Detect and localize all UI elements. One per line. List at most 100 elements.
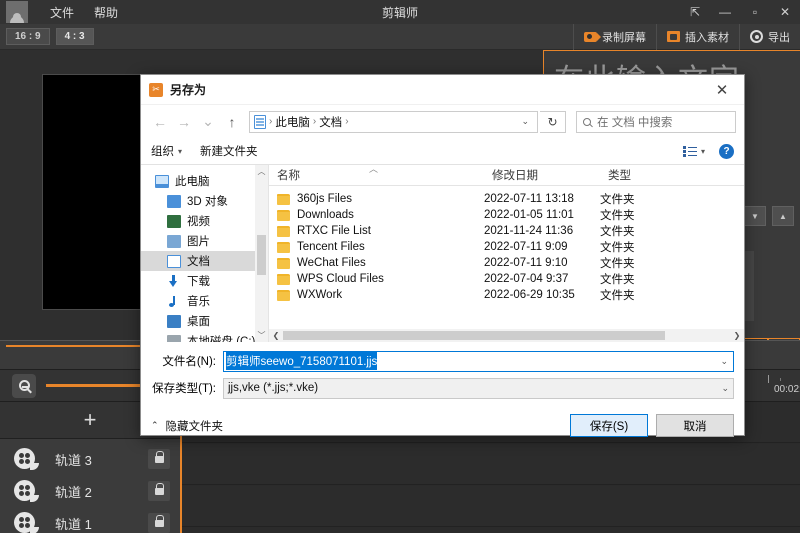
file-list-header: 名称 ︿ 修改日期 类型 [269, 165, 744, 186]
back-icon[interactable]: ← [149, 111, 171, 133]
breadcrumb-this-pc[interactable]: 此电脑 [275, 114, 310, 130]
music-icon [167, 295, 181, 308]
scroll-thumb[interactable] [257, 235, 266, 275]
up-icon[interactable]: ↑ [221, 111, 243, 133]
chevron-down-icon: ▾ [701, 147, 705, 156]
folder-icon [277, 194, 290, 205]
column-header-type[interactable]: 类型 [600, 167, 690, 183]
export-label: 导出 [768, 29, 790, 45]
organize-label: 组织 [151, 143, 174, 159]
dialog-body: 此电脑 3D 对象 视频 图片 文档 [141, 165, 744, 342]
new-folder-button[interactable]: 新建文件夹 [200, 143, 258, 159]
film-reel-icon [14, 512, 37, 533]
insert-media-label: 插入素材 [685, 29, 729, 45]
filetype-select[interactable]: jjs,vke (*.jjs;*.vke) ⌄ [223, 378, 734, 399]
track-lane-1[interactable] [180, 486, 800, 527]
filename-label: 文件名(N): [151, 353, 223, 369]
restore-icon[interactable]: ⇱ [680, 0, 710, 24]
column-header-date[interactable]: 修改日期 [484, 167, 600, 183]
track-lock-button[interactable] [148, 481, 170, 501]
track-lock-button[interactable] [148, 513, 170, 533]
menu-item-file[interactable]: 文件 [50, 4, 74, 21]
dropdown-caret-icon[interactable]: ▼ [744, 206, 766, 226]
record-screen-button[interactable]: 录制屏幕 [573, 24, 656, 50]
table-row[interactable]: Downloads 2022-01-05 11:01 文件夹 [269, 207, 744, 223]
scroll-left-icon[interactable]: ❮ [269, 331, 283, 340]
filename-input[interactable]: 剪辑师seewo_7158071101.jjs ⌄ [223, 351, 734, 372]
breadcrumb-documents[interactable]: 文档 [319, 114, 342, 130]
table-row[interactable]: Tencent Files 2022-07-11 9:09 文件夹 [269, 239, 744, 255]
scroll-right-icon[interactable]: ❯ [730, 331, 744, 340]
search-icon [583, 118, 591, 126]
editor-titlebar: 文件 帮助 剪辑师 ⇱ — ▫ ✕ [0, 0, 800, 24]
chevron-down-icon: ▾ [178, 147, 182, 156]
zoom-out-button[interactable] [12, 374, 36, 398]
tree-item-local-disk-c[interactable]: 本地磁盘 (C:) [141, 331, 268, 342]
track-lane-2[interactable] [180, 444, 800, 485]
record-screen-label: 录制屏幕 [602, 29, 646, 45]
table-row[interactable]: WXWork 2022-06-29 10:35 文件夹 [269, 287, 744, 303]
tree-item-videos[interactable]: 视频 [141, 211, 268, 231]
file-type: 文件夹 [600, 239, 690, 255]
scroll-down-icon[interactable]: ﹀ [255, 329, 268, 342]
search-input[interactable]: 在 文档 中搜索 [576, 111, 736, 133]
hide-folders-toggle[interactable]: ⌃ 隐藏文件夹 [151, 418, 223, 434]
save-as-dialog: ✂ 另存为 ✕ ← → ⌄ ↑ › 此电脑 › 文档 › ⌄ ↻ 在 文档 中搜… [140, 74, 745, 436]
save-button[interactable]: 保存(S) [570, 414, 648, 437]
cancel-button[interactable]: 取消 [656, 414, 734, 437]
insert-media-button[interactable]: 插入素材 [656, 24, 739, 50]
close-icon[interactable]: ✕ [770, 0, 800, 24]
tree-item-label: 视频 [187, 213, 210, 229]
tree-item-this-pc[interactable]: 此电脑 [141, 171, 268, 191]
table-row[interactable]: 360js Files 2022-07-11 13:18 文件夹 [269, 191, 744, 207]
tree-item-documents[interactable]: 文档 [141, 251, 268, 271]
scroll-up-icon[interactable]: ︿ [255, 165, 268, 178]
footer-buttons: 保存(S) 取消 [570, 414, 734, 437]
tree-item-desktop[interactable]: 桌面 [141, 311, 268, 331]
column-header-name[interactable]: 名称 ︿ [269, 167, 484, 183]
minimize-icon[interactable]: — [710, 0, 740, 24]
editor-toolbar: 录制屏幕 插入素材 导出 [573, 24, 800, 50]
menu-item-help[interactable]: 帮助 [94, 4, 118, 21]
recent-locations-icon[interactable]: ⌄ [197, 111, 219, 133]
refresh-button[interactable]: ↻ [540, 111, 566, 133]
view-options-button[interactable]: ▾ [683, 146, 705, 157]
breadcrumb-separator: › [269, 116, 272, 127]
organize-button[interactable]: 组织 ▾ [151, 143, 182, 159]
forward-icon[interactable]: → [173, 111, 195, 133]
filetype-value: jjs,vke (*.jjs;*.vke) [228, 382, 318, 394]
folder-icon [277, 242, 290, 253]
chevron-down-icon[interactable]: ⌄ [521, 116, 533, 127]
breadcrumb[interactable]: › 此电脑 › 文档 › ⌄ [249, 111, 538, 133]
table-row[interactable]: WPS Cloud Files 2022-07-04 9:37 文件夹 [269, 271, 744, 287]
dialog-close-button[interactable]: ✕ [700, 75, 744, 105]
tree-item-downloads[interactable]: 下载 [141, 271, 268, 291]
file-type: 文件夹 [600, 271, 690, 287]
tree-scrollbar[interactable]: ︿ ﹀ [255, 165, 268, 342]
track-lock-button[interactable] [148, 449, 170, 469]
table-row[interactable]: WeChat Files 2022-07-11 9:10 文件夹 [269, 255, 744, 271]
table-row[interactable]: RTXC File List 2021-11-24 11:36 文件夹 [269, 223, 744, 239]
export-button[interactable]: 导出 [739, 24, 800, 50]
track-row-1[interactable]: 轨道 1 [0, 503, 180, 533]
lock-icon [155, 456, 164, 463]
aspect-ratio-16-9[interactable]: 16 : 9 [6, 28, 50, 45]
documents-icon [254, 115, 266, 129]
maximize-icon[interactable]: ▫ [740, 0, 770, 24]
tree-item-3d-objects[interactable]: 3D 对象 [141, 191, 268, 211]
aspect-ratio-4-3[interactable]: 4 : 3 [56, 28, 94, 45]
lock-icon [155, 488, 164, 495]
scroll-thumb[interactable] [283, 331, 665, 340]
tree-item-music[interactable]: 音乐 [141, 291, 268, 311]
avatar[interactable] [6, 1, 28, 23]
film-reel-icon [14, 448, 37, 471]
help-icon[interactable]: ? [719, 144, 734, 159]
chevron-down-icon[interactable]: ⌄ [721, 383, 729, 394]
property-controls: ▼ ▲ [744, 206, 794, 226]
file-list-hscrollbar[interactable]: ❮ ❯ [269, 329, 744, 342]
chevron-down-icon[interactable]: ⌄ [720, 356, 731, 367]
shape-icon[interactable]: ▲ [772, 206, 794, 226]
file-date: 2022-07-11 9:10 [484, 257, 600, 269]
tree-item-pictures[interactable]: 图片 [141, 231, 268, 251]
film-reel-icon [14, 480, 37, 503]
